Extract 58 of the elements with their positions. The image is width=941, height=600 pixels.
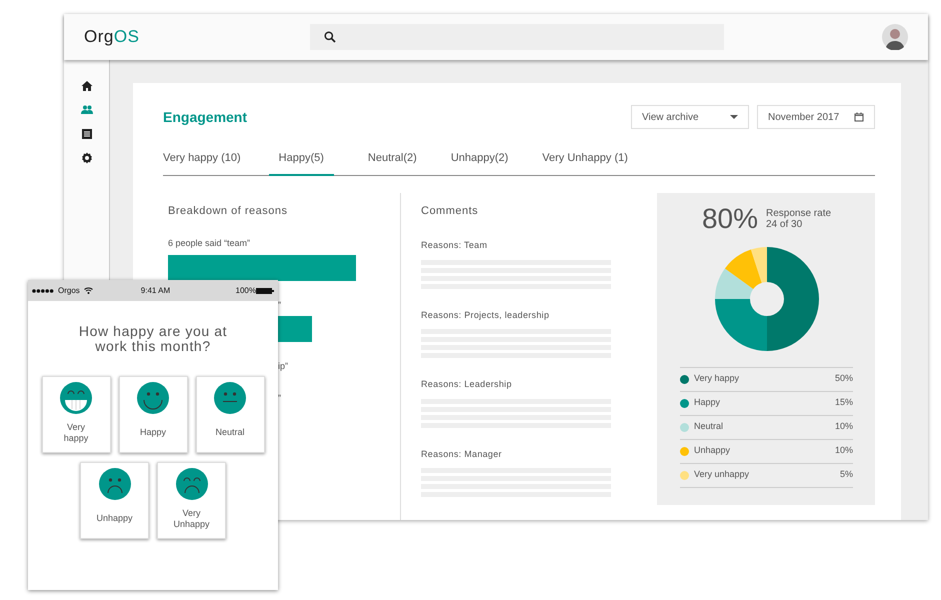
search-field[interactable] [310,24,724,50]
section-title: Comments [421,204,480,218]
response-rate-label: Response rate [766,208,832,218]
comment-heading: Reasons: Manager [421,448,503,461]
reason-label: 6 people said “team” [168,238,250,248]
frowning-face-icon [98,468,130,500]
legend-value: 10% [834,444,853,458]
answer-option[interactable]: Unhappy [80,462,149,539]
answer-option[interactable]: Happy [118,376,188,453]
comment-heading: Reasons: Team [421,239,488,252]
comment-heading: Reasons: Projects, leadership [421,308,550,322]
tab[interactable]: Very Unhappy (1) [542,145,628,176]
legend-value: 5% [840,468,853,482]
tab[interactable]: Neutral(2) [368,145,417,176]
reason-label: ip” [278,361,288,371]
notes-icon[interactable] [80,128,92,140]
reason-label: ” [278,392,281,402]
comment-heading: Reasons: Leadership [421,378,513,391]
response-count: 24 of 30 [766,218,802,230]
legend-label: Very unhappy [694,468,750,482]
response-rate-value: 80% [702,204,758,232]
tab[interactable]: Unhappy(2) [450,145,508,176]
reason-label: ” [278,300,281,310]
archive-dropdown[interactable]: View archive [631,105,749,129]
page-title: Engagement [163,108,248,127]
avatar[interactable] [882,24,908,50]
sad-face-icon [176,468,208,500]
home-icon[interactable] [80,80,92,92]
carrier-name: Orgos [58,284,80,296]
tab[interactable]: Happy(5) [268,145,334,176]
signal-icon [32,288,54,292]
answer-option[interactable]: Very Unhappy [157,462,226,539]
search-icon [324,31,336,43]
caret-icon [730,115,738,119]
calendar-icon [854,112,864,122]
grinning-face-icon [60,382,92,414]
status-time: 9:41 AM [140,284,170,296]
answer-option[interactable]: Very happy [42,376,110,453]
answer-option[interactable]: Neutral [196,376,264,453]
section-title: Breakdown of reasons [168,204,288,218]
neutral-face-icon [214,382,246,414]
legend-label: Happy [694,396,720,410]
legend-label: Unhappy [694,444,730,458]
smiling-face-icon [137,382,169,414]
legend-label: Very happy [694,372,740,386]
battery-icon [256,288,274,294]
people-icon[interactable] [80,104,92,116]
legend-label: Neutral [694,420,724,434]
battery-percent: 100% [236,284,256,296]
legend-value: 15% [834,396,853,410]
legend-value: 10% [834,420,853,434]
date-field[interactable]: November 2017 [757,105,875,129]
wifi-icon [84,287,93,294]
logo: OrgOS [84,26,140,48]
legend-value: 50% [834,372,853,386]
survey-question: How happy are you at work this month? [78,324,228,355]
tab[interactable]: Very happy (10) [163,145,241,176]
settings-icon[interactable] [80,152,92,164]
